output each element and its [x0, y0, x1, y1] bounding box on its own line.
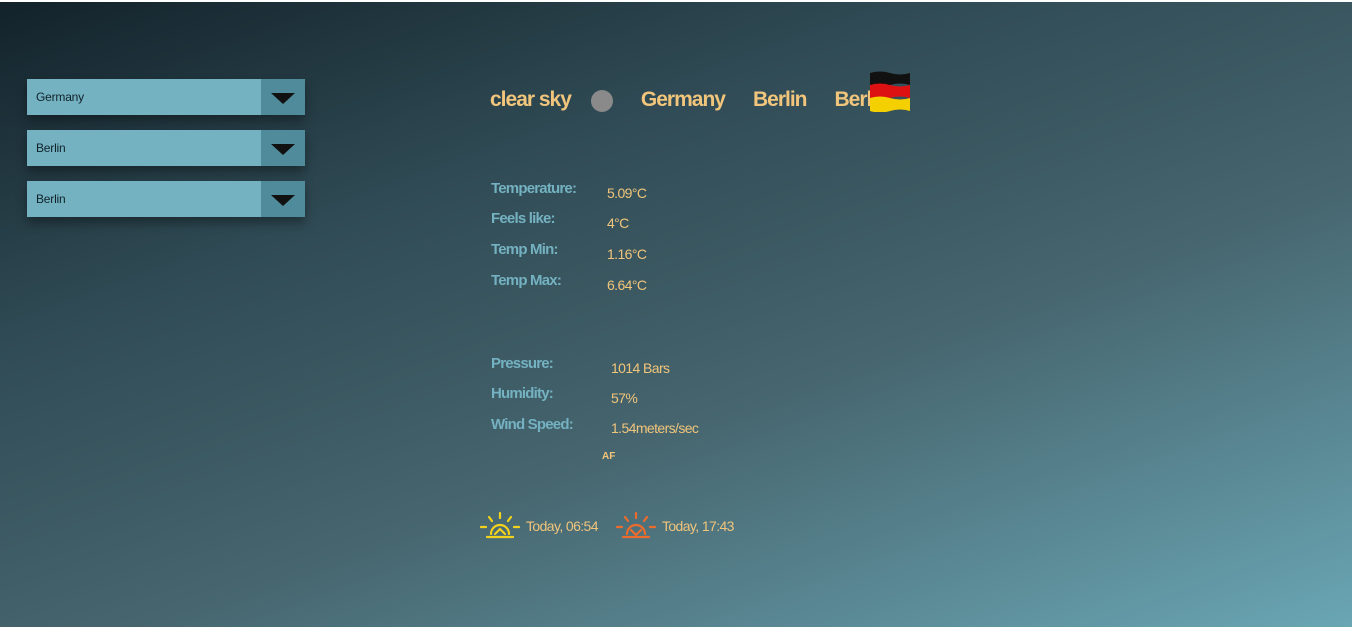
state-select-value: Berlin [36, 141, 66, 155]
sun-times: Today, 06:54 Today, 17:43 [480, 510, 752, 542]
top-border [0, 0, 1352, 2]
humidity-label: Humidity: [491, 385, 554, 402]
sunrise-icon [480, 511, 520, 539]
header-state: Berlin [752, 88, 808, 111]
pressure-label: Pressure: [491, 355, 554, 372]
city-select-value: Berlin [36, 192, 66, 206]
pressure-value: 1014 Bars [611, 360, 670, 376]
sunset-icon [615, 511, 656, 539]
sunrise-time: Today, 06:54 [526, 518, 599, 534]
weather-header: clear sky Germany Berlin Berlin [490, 80, 916, 120]
country-select-arrow[interactable] [261, 79, 305, 115]
wind-speed-label: Wind Speed: [491, 416, 574, 433]
state-select-arrow[interactable] [261, 130, 305, 166]
wind-speed-value: 1.54meters/sec [611, 420, 699, 436]
sunset-time: Today, 17:43 [661, 518, 735, 534]
humidity-value: 57% [611, 390, 638, 406]
city-select[interactable]: Berlin [27, 181, 305, 217]
germany-flag-icon [870, 71, 910, 112]
temp-min-value: 1.16°C [607, 246, 647, 262]
temp-max-value: 6.64°C [607, 277, 647, 293]
city-select-arrow[interactable] [261, 181, 305, 217]
feels-like-value: 4°C [607, 215, 629, 231]
country-select-value: Germany [36, 90, 84, 104]
weather-condition-icon [590, 90, 613, 112]
temperature-value: 5.09°C [607, 185, 647, 201]
chevron-down-icon [271, 92, 295, 104]
weather-condition: clear sky [490, 88, 572, 111]
temp-min-label: Temp Min: [491, 241, 558, 258]
header-country: Germany [640, 88, 726, 111]
country-select[interactable]: Germany [27, 79, 305, 115]
chevron-down-icon [271, 194, 295, 206]
af-text: AF [602, 451, 616, 462]
temperature-label: Temperature: [491, 180, 577, 197]
state-select[interactable]: Berlin [27, 130, 305, 166]
feels-like-label: Feels like: [491, 210, 556, 227]
temp-max-label: Temp Max: [491, 272, 562, 289]
chevron-down-icon [271, 143, 295, 155]
